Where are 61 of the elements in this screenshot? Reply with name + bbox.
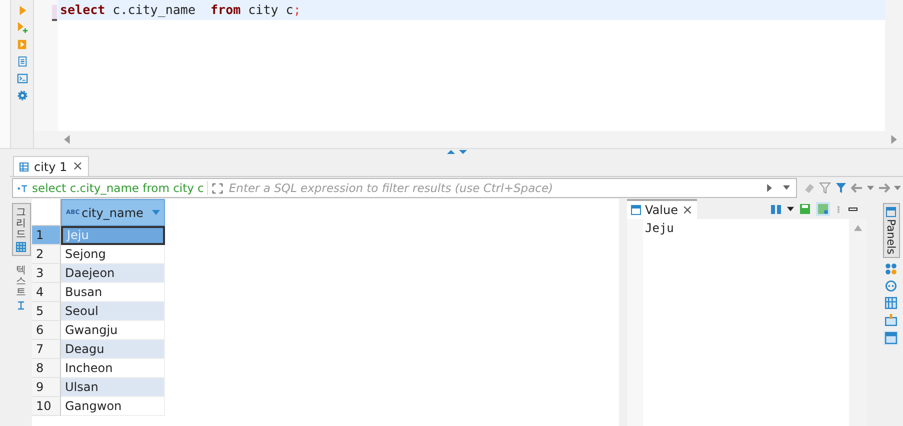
circle-icon[interactable] <box>885 280 897 292</box>
row-number[interactable]: 9 <box>32 378 61 397</box>
panel-icon <box>886 207 896 217</box>
save-icon[interactable] <box>799 203 811 215</box>
more-icon[interactable] <box>835 206 842 212</box>
value-tab[interactable]: Value × <box>627 198 697 220</box>
row-number[interactable]: 8 <box>32 359 61 378</box>
table-icon <box>19 162 29 172</box>
dropdown-icon[interactable] <box>787 206 794 212</box>
row-number[interactable]: 10 <box>32 397 61 416</box>
chart-grid-icon[interactable] <box>885 314 897 326</box>
table-cell[interactable]: Ulsan <box>61 378 165 397</box>
view-tab[interactable]: 그리드 <box>12 203 30 256</box>
row-number[interactable]: 3 <box>32 264 61 283</box>
row-number[interactable]: 4 <box>32 283 61 302</box>
table-cell[interactable]: Gangwon <box>61 397 165 416</box>
table-cell[interactable]: Daejeon <box>61 264 165 283</box>
script-run-icon[interactable] <box>16 39 28 50</box>
panels-tab[interactable]: Panels <box>882 203 900 258</box>
row-number[interactable]: 7 <box>32 340 61 359</box>
expand-icon[interactable] <box>212 182 223 194</box>
forward-arrow-icon[interactable] <box>878 182 890 194</box>
table-cell[interactable]: Seoul <box>61 302 165 321</box>
back-arrow-icon[interactable] <box>851 182 863 194</box>
sql-text-icon <box>17 184 28 192</box>
scroll-up-icon[interactable] <box>854 225 862 231</box>
corner-cell <box>32 199 61 226</box>
close-icon[interactable]: × <box>682 202 693 218</box>
terminal-icon[interactable] <box>16 73 28 84</box>
row-number[interactable]: 1 <box>32 226 61 245</box>
apply-icon[interactable] <box>766 184 773 192</box>
text-icon <box>16 300 26 310</box>
query-text: select c.city_name from city c <box>32 181 208 195</box>
filter-input[interactable]: Enter a SQL expression to filter results (use Ctrl+Space) <box>226 180 762 196</box>
table-cell[interactable]: Deagu <box>61 340 165 359</box>
filter-field[interactable]: select c.city_name from city c Enter a SQL expression to filter results (use Ctrl+Space) <box>12 178 797 198</box>
document-icon[interactable] <box>16 56 28 67</box>
results-tab[interactable]: city 1 × <box>13 156 90 176</box>
run-new-tab-icon[interactable] <box>16 22 28 33</box>
scroll-left-icon[interactable] <box>64 135 71 144</box>
tab-label: Value <box>645 203 678 217</box>
settings-icon[interactable] <box>16 90 28 101</box>
view-tab[interactable]: 텍스트 <box>12 262 30 313</box>
panel-icon[interactable] <box>884 331 898 346</box>
row-number[interactable]: 6 <box>32 321 61 340</box>
row-number[interactable]: 2 <box>32 245 61 264</box>
grid-icon <box>16 242 26 252</box>
value-text: Jeju <box>644 220 675 237</box>
dots-icon[interactable] <box>885 263 897 276</box>
panel-icon <box>631 205 641 215</box>
scroll-right-icon[interactable] <box>890 135 897 144</box>
sort-icon[interactable] <box>152 210 160 216</box>
cursor-marker <box>52 5 57 21</box>
filter-icon[interactable] <box>835 182 847 194</box>
close-icon[interactable]: × <box>72 159 84 174</box>
filter-icon[interactable] <box>819 182 831 194</box>
row-number[interactable]: 5 <box>32 302 61 321</box>
save-icon[interactable] <box>816 202 830 216</box>
tab-label: city 1 <box>34 160 68 174</box>
eraser-icon[interactable] <box>803 182 815 194</box>
grid-icon[interactable] <box>885 297 897 310</box>
